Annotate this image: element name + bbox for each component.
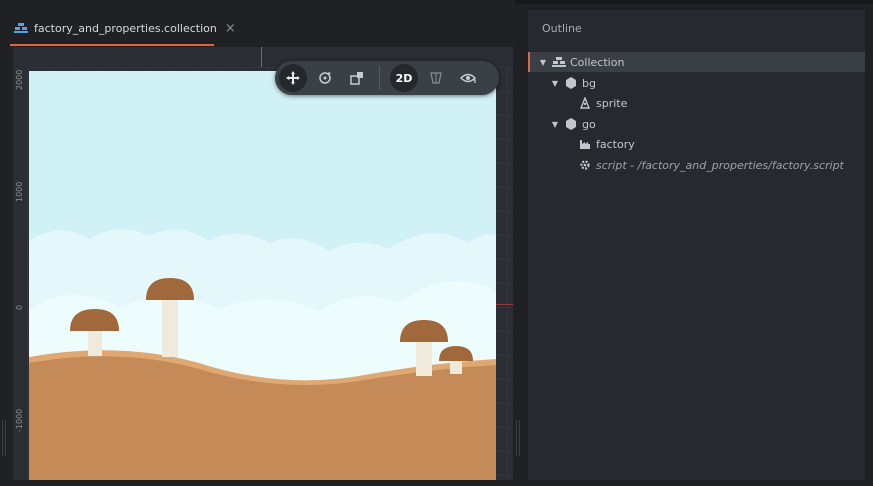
- x-axis-marker: [496, 304, 513, 305]
- outline-item-script[interactable]: script - /factory_and_properties/factory…: [528, 155, 865, 175]
- gear-icon: [578, 158, 592, 172]
- outline-item-factory[interactable]: factory: [528, 134, 865, 154]
- collection-icon: [552, 55, 566, 69]
- expand-arrow-icon[interactable]: ▼: [550, 79, 560, 88]
- perspective-icon: [430, 72, 442, 84]
- ruler-label-0: 0: [15, 304, 24, 310]
- game-object-icon: [564, 117, 578, 131]
- rotate-tool-button[interactable]: [311, 64, 339, 92]
- outline-item-collection[interactable]: ▼ Collection: [528, 52, 865, 72]
- scene-canvas[interactable]: [29, 71, 496, 480]
- expand-arrow-icon[interactable]: ▼: [550, 120, 560, 129]
- scene-editor-pane: factory_and_properties.collection × 2000…: [0, 0, 515, 486]
- outline-title: Outline: [542, 22, 582, 35]
- tab-collection[interactable]: factory_and_properties.collection ×: [10, 12, 236, 46]
- mode-2d-button[interactable]: 2D: [390, 64, 418, 92]
- rotate-icon: [319, 72, 331, 84]
- outline-item-go[interactable]: ▼ go: [528, 114, 865, 134]
- outline-item-label: script - /factory_and_properties/factory…: [596, 158, 844, 172]
- pane-splitter[interactable]: [516, 420, 522, 456]
- outline-pane: Outline ▼ Collection ▼ bg sprite ▼ go fa…: [528, 10, 865, 480]
- toolbar-separator: [379, 66, 380, 90]
- visibility-button[interactable]: [454, 64, 482, 92]
- outline-item-bg[interactable]: ▼ bg: [528, 73, 865, 93]
- move-tool-button[interactable]: [279, 64, 307, 92]
- perspective-button[interactable]: [422, 64, 450, 92]
- left-resize-handle[interactable]: [2, 420, 8, 456]
- outline-item-label: factory: [596, 137, 635, 151]
- tab-label: factory_and_properties.collection: [34, 21, 217, 35]
- sprite-icon: [578, 96, 592, 110]
- outline-item-label: sprite: [596, 96, 628, 110]
- scene-artwork: [29, 71, 496, 480]
- outline-item-label: Collection: [570, 55, 625, 69]
- ruler-label-1000: 1000: [15, 181, 24, 202]
- scale-tool-button[interactable]: [343, 64, 371, 92]
- outline-item-sprite[interactable]: sprite: [528, 93, 865, 113]
- collection-icon: [14, 22, 28, 34]
- outline-item-label: go: [582, 117, 596, 131]
- scene-toolbar: 2D: [275, 61, 499, 95]
- move-icon: [286, 71, 300, 85]
- factory-icon: [578, 137, 592, 151]
- scale-icon: [350, 72, 363, 85]
- ruler-label-2000: 2000: [15, 69, 24, 90]
- mode-2d-label: 2D: [395, 71, 413, 85]
- origin-marker: [261, 47, 262, 67]
- ruler-label-neg1000: -1000: [15, 408, 24, 432]
- outline-item-label: bg: [582, 76, 596, 90]
- close-icon[interactable]: ×: [225, 21, 236, 36]
- expand-arrow-icon[interactable]: ▼: [538, 58, 548, 67]
- eye-icon: [460, 73, 476, 83]
- game-object-icon: [564, 76, 578, 90]
